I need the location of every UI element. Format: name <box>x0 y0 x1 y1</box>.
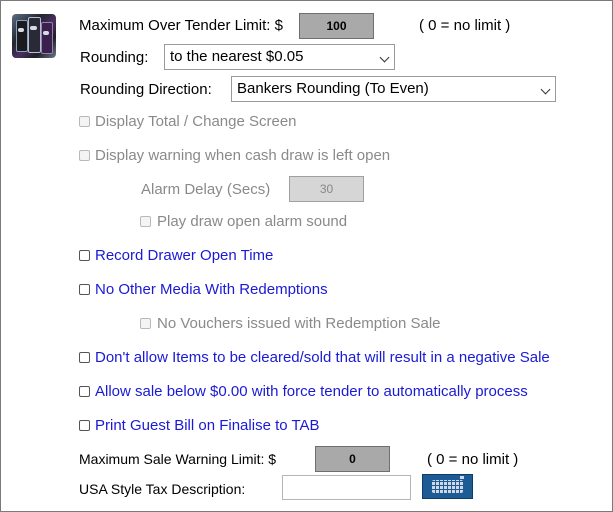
print-guest-bill-label: Print Guest Bill on Finalise to TAB <box>95 417 320 434</box>
cash-draw-warning-checkbox[interactable] <box>79 150 90 161</box>
rounding-direction-label: Rounding Direction: <box>80 81 212 98</box>
keyboard-indicator <box>460 476 464 479</box>
sale-below-zero-checkbox[interactable] <box>79 386 90 397</box>
max-over-tender-label: Maximum Over Tender Limit: $ <box>79 17 283 34</box>
chevron-down-icon <box>379 52 390 63</box>
cash-draw-warning-label: Display warning when cash draw is left o… <box>95 147 391 164</box>
negative-sale-checkbox[interactable] <box>79 352 90 363</box>
chevron-down-icon <box>540 84 551 95</box>
rounding-direction-select[interactable]: Bankers Rounding (To Even) <box>231 76 556 102</box>
alarm-delay-input[interactable]: 30 <box>289 176 364 202</box>
max-over-tender-hint: ( 0 = no limit ) <box>419 17 511 34</box>
print-guest-bill-checkbox[interactable] <box>79 420 90 431</box>
alarm-delay-label: Alarm Delay (Secs) <box>141 181 271 198</box>
usa-tax-input[interactable] <box>282 475 411 500</box>
no-other-media-label: No Other Media With Redemptions <box>95 281 328 298</box>
record-drawer-checkbox[interactable] <box>79 250 90 261</box>
display-total-checkbox[interactable] <box>79 116 90 127</box>
max-over-tender-input[interactable]: 100 <box>299 13 374 39</box>
play-alarm-label: Play draw open alarm sound <box>157 213 348 230</box>
max-sale-warning-label: Maximum Sale Warning Limit: $ <box>79 451 277 467</box>
rounding-direction-select-value: Bankers Rounding (To Even) <box>237 80 429 97</box>
usa-tax-label: USA Style Tax Description: <box>79 481 246 497</box>
rounding-label: Rounding: <box>80 49 149 66</box>
max-sale-warning-input[interactable]: 0 <box>315 446 390 472</box>
display-total-label: Display Total / Change Screen <box>95 113 297 130</box>
max-sale-warning-hint: ( 0 = no limit ) <box>427 451 519 468</box>
keyboard-button[interactable] <box>422 474 473 499</box>
record-drawer-label: Record Drawer Open Time <box>95 247 274 264</box>
no-other-media-checkbox[interactable] <box>79 284 90 295</box>
no-vouchers-checkbox[interactable] <box>140 318 151 329</box>
app-logo-icon <box>12 14 56 58</box>
negative-sale-label: Don't allow Items to be cleared/sold tha… <box>95 349 550 366</box>
no-vouchers-label: No Vouchers issued with Redemption Sale <box>157 315 441 332</box>
sale-below-zero-label: Allow sale below $0.00 with force tender… <box>95 383 528 400</box>
play-alarm-checkbox[interactable] <box>140 216 151 227</box>
keyboard-icon <box>432 480 463 493</box>
rounding-select-value: to the nearest $0.05 <box>170 48 304 65</box>
rounding-select[interactable]: to the nearest $0.05 <box>164 44 395 70</box>
